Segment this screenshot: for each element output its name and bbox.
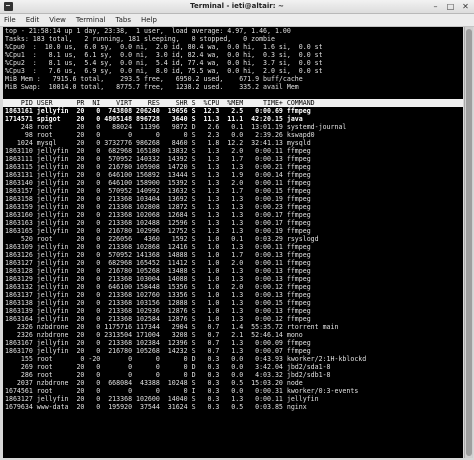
process-table-header: PID USER PR NI VIRT RES SHR S %CPU %MEM … [3,99,463,107]
terminal-output[interactable]: top - 21:58:14 up 1 day, 23:38, 1 user, … [3,27,463,458]
top-summary: top - 21:58:14 up 1 day, 23:38, 1 user, … [3,27,463,91]
process-row: 2326 nzbdrone 20 0 1175716 117344 2904 S… [5,323,339,331]
process-row: 1863170 jellyfin 20 0 216780 105268 1423… [5,347,311,355]
process-row: 1863161 jellyfin 20 0 743808 206240 1965… [5,107,311,115]
process-row: 248 root 20 0 88024 11396 9872 D 2.6 0.1… [5,123,347,131]
process-row: 1863137 jellyfin 20 0 213368 102760 1335… [5,291,311,299]
scrollbar-thumb[interactable] [466,29,472,456]
process-row: 1024 mysql 20 0 3732776 986268 8460 S 1.… [5,139,311,147]
menu-file[interactable]: File [4,14,16,26]
process-row: 1714571 spigot 20 0 4805148 896728 3640 … [5,115,303,123]
process-row: 1863131 jellyfin 20 0 646100 156892 1344… [5,171,311,179]
menu-tabs[interactable]: Tabs [116,14,132,26]
process-row: 520 root 20 0 226056 4360 1592 S 1.0 0.1… [5,235,319,243]
menu-edit[interactable]: Edit [26,14,40,26]
process-row: 1863163 jellyfin 20 0 213368 102488 1259… [5,219,311,227]
process-row: 286 root 20 0 0 0 0 D 0.3 0.0 4:03.32 jb… [5,371,331,379]
summary-line: %Cpu1 : 8.1 us, 6.1 sy, 0.0 ni, 3.0 id, … [5,51,323,59]
process-row: 1863160 jellyfin 20 0 213368 102068 1268… [5,211,311,219]
process-row: 1863128 jellyfin 20 0 216780 105268 1348… [5,267,311,275]
menu-view[interactable]: View [49,14,66,26]
process-row: 1863140 jellyfin 20 0 646100 158900 1539… [5,179,311,187]
process-row: 1863167 jellyfin 20 0 213368 102384 1239… [5,339,311,347]
summary-line: MiB Mem : 7915.6 total, 293.5 free, 6950… [5,75,303,83]
process-row: 1863127 jellyfin 20 0 213368 102600 1404… [5,395,319,403]
process-row: 1863132 jellyfin 20 0 646100 158448 1535… [5,283,311,291]
process-table: 1863161 jellyfin 20 0 743808 206240 1965… [3,107,463,411]
process-row: 2037 nzbdrone 20 0 668084 43388 10248 S … [5,379,303,387]
process-row: 1863115 jellyfin 20 0 216780 105908 1472… [5,163,311,171]
close-icon[interactable]: ✕ [461,2,470,11]
process-row: 1863139 jellyfin 20 0 213368 102936 1287… [5,307,311,315]
summary-line: top - 21:58:14 up 1 day, 23:38, 1 user, … [5,27,291,35]
process-row: 1863127 jellyfin 20 0 682968 165452 1141… [5,259,311,267]
process-row: 1863164 jellyfin 20 0 213368 102584 1287… [5,315,311,323]
process-row: 1863111 jellyfin 20 0 570952 140332 1439… [5,155,311,163]
process-row: 1863129 jellyfin 20 0 213368 103004 1408… [5,275,311,283]
process-row: 269 root 20 0 0 0 0 D 0.3 0.0 3:42.04 jb… [5,363,331,371]
process-row: 1863158 jellyfin 20 0 213368 103404 1369… [5,195,311,203]
summary-line: %Cpu3 : 7.6 us, 6.9 sy, 0.0 ni, 8.0 id, … [5,67,323,75]
process-row: 98 root 20 0 0 0 0 S 2.3 0.0 2:39.26 ksw… [5,131,315,139]
menu-help[interactable]: Help [141,14,157,26]
summary-line: MiB Swap: 10014.0 total, 8775.7 free, 12… [5,83,299,91]
minimize-icon[interactable]: – [431,2,440,11]
process-row: 1863126 jellyfin 20 0 570952 141368 1488… [5,251,311,259]
process-row: 1863138 jellyfin 20 0 213368 103156 1288… [5,299,311,307]
window-title: Terminal - ieti@altair: ~ [190,2,284,10]
process-row: 1674561 root 20 0 0 0 0 I 0.3 0.0 0:00.3… [5,387,359,395]
terminal-scrollbar[interactable] [464,27,473,458]
process-row: 1863110 jellyfin 20 0 682968 165180 1383… [5,147,311,155]
summary-line: Tasks: 183 total, 2 running, 181 sleepin… [5,35,275,43]
process-row: 1863159 jellyfin 20 0 213368 102808 1287… [5,203,311,211]
window-controls: – □ ✕ [431,0,470,13]
process-row: 1863109 jellyfin 20 0 213368 102868 1241… [5,243,311,251]
process-row: 1863165 jellyfin 20 0 216780 102996 1275… [5,227,311,235]
window-titlebar: Terminal - ieti@altair: ~ – □ ✕ [0,0,474,14]
menu-bar: File Edit View Terminal Tabs Help [0,14,474,27]
process-row: 2326 nzbdrone 20 0 2313504 171004 3208 S… [5,331,303,339]
process-row: 1863157 jellyfin 20 0 570952 140992 1363… [5,187,311,195]
process-row: 155 root 0 -20 0 0 0 D 0.3 0.0 0:43.93 k… [5,355,367,363]
menu-terminal[interactable]: Terminal [76,14,106,26]
summary-line: %Cpu2 : 8.1 us, 5.4 sy, 0.0 ni, 5.4 id, … [5,59,323,67]
summary-line: %Cpu0 : 10.0 us, 6.0 sy, 0.0 ni, 2.0 id,… [5,43,323,51]
maximize-icon[interactable]: □ [446,2,455,11]
process-row: 1679634 www-data 20 0 195920 37544 31624… [5,403,307,411]
